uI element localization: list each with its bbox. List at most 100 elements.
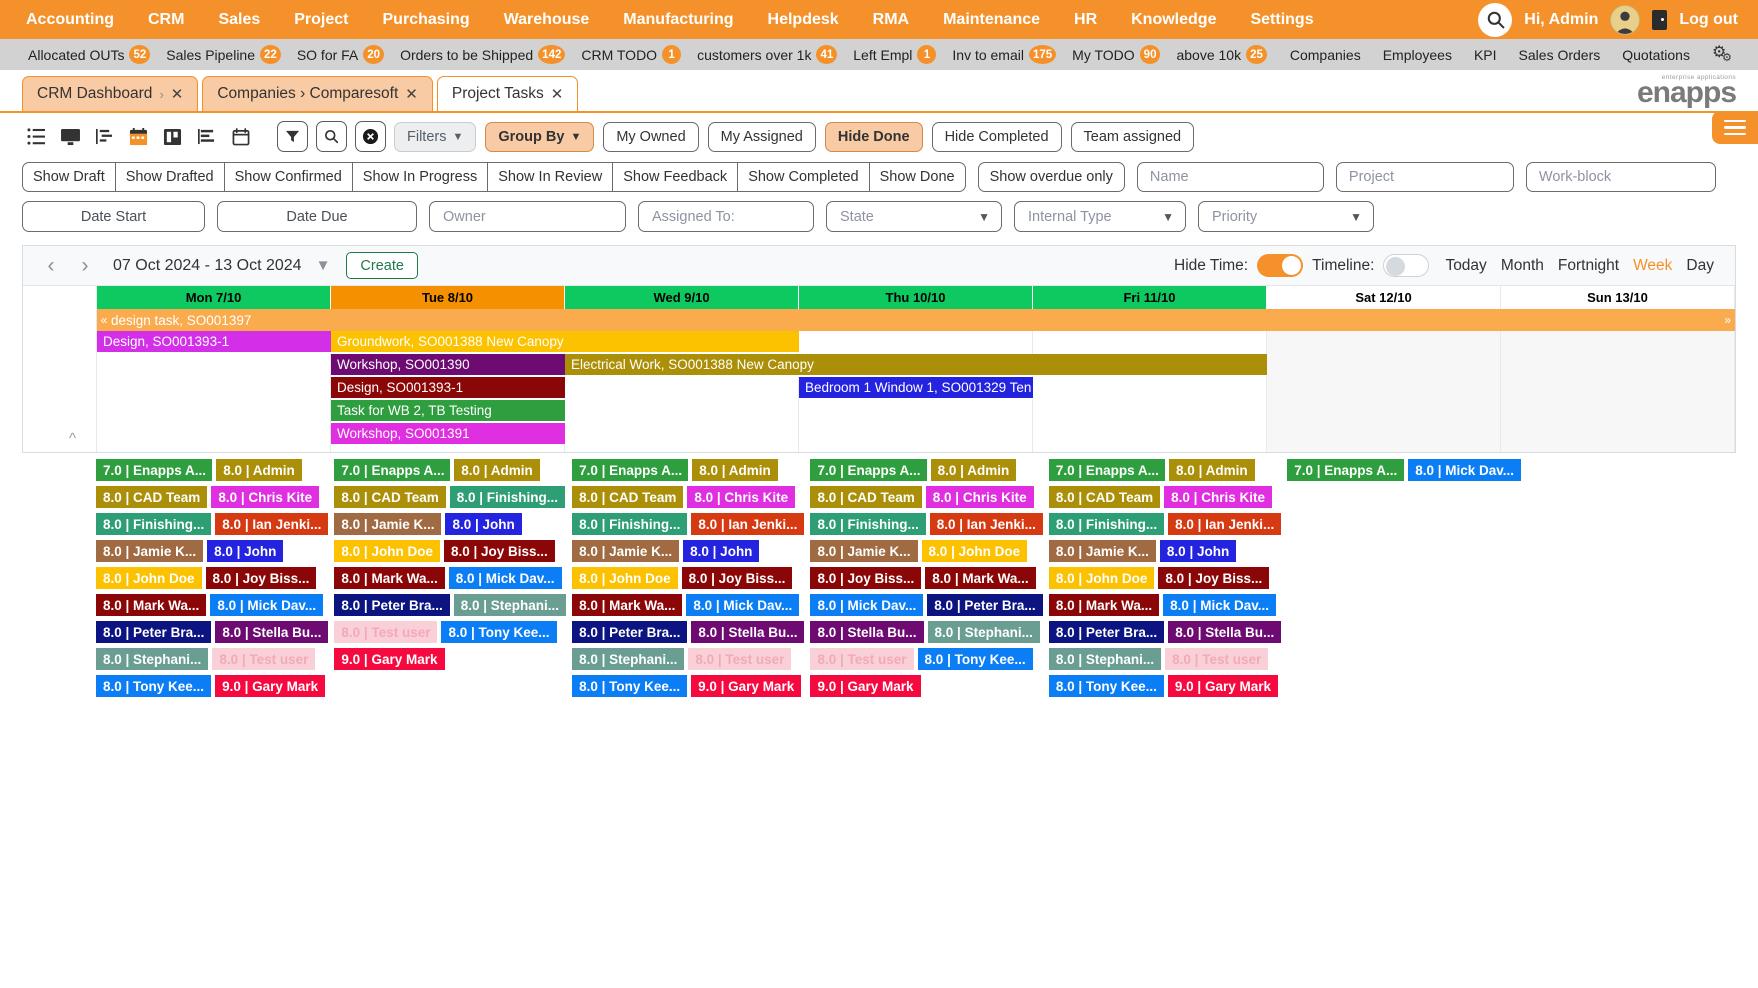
name-input[interactable]: Name xyxy=(1137,162,1324,192)
allocation-chip[interactable]: 8.0 | Joy Biss... xyxy=(206,567,317,589)
owner-input[interactable]: Owner xyxy=(429,201,626,232)
calendar-event[interactable]: Task for WB 2, TB Testing xyxy=(331,400,565,422)
view-today[interactable]: Today xyxy=(1438,257,1493,275)
allocation-chip[interactable]: 8.0 | Stella Bu... xyxy=(810,621,923,643)
allocation-chip[interactable]: 8.0 | Chris Kite xyxy=(926,486,1034,508)
assigned-to-input[interactable]: Assigned To: xyxy=(638,201,814,232)
filters-dropdown[interactable]: Filters ▼ xyxy=(394,122,476,152)
gear-settings-icon[interactable]: ⚙⚙ xyxy=(1712,44,1738,66)
allocation-chip[interactable]: 8.0 | Mick Dav... xyxy=(449,567,562,589)
search-icon[interactable] xyxy=(316,121,347,152)
allocation-chip[interactable]: 8.0 | Tony Kee... xyxy=(441,621,556,643)
groupby-dropdown[interactable]: Group By ▼ xyxy=(485,122,594,152)
timeline-view-icon[interactable] xyxy=(226,123,255,150)
calendar-event[interactable]: Workshop, SO001391 xyxy=(331,423,565,445)
allocation-chip[interactable]: 8.0 | Admin xyxy=(692,459,778,481)
allocation-chip[interactable]: 8.0 | Tony Kee... xyxy=(1049,675,1164,697)
allday-event-bar[interactable]: « design task, SO001397 » xyxy=(97,309,1735,331)
allocation-chip[interactable]: 7.0 | Enapps A... xyxy=(1049,459,1165,481)
allocation-chip[interactable]: 8.0 | Mark Wa... xyxy=(572,594,682,616)
door-icon[interactable] xyxy=(1652,10,1667,30)
allocation-chip[interactable]: 8.0 | Peter Bra... xyxy=(1049,621,1164,643)
allocation-chip[interactable]: 7.0 | Enapps A... xyxy=(572,459,688,481)
view-month[interactable]: Month xyxy=(1494,257,1551,275)
date-start-button[interactable]: Date Start xyxy=(22,201,205,232)
day-header-sat-12-10[interactable]: Sat 12/10 xyxy=(1267,286,1501,309)
calendar-view-icon[interactable] xyxy=(124,123,153,150)
allocation-chip[interactable]: 8.0 | Mark Wa... xyxy=(334,567,444,589)
button-my-owned[interactable]: My Owned xyxy=(603,122,698,152)
allocation-chip[interactable]: 8.0 | Jamie K... xyxy=(572,540,679,562)
nav-item-crm[interactable]: CRM xyxy=(136,7,196,33)
button-show-completed[interactable]: Show Completed xyxy=(738,162,869,192)
allocation-chip[interactable]: 8.0 | John Doe xyxy=(334,540,440,562)
allocation-chip[interactable]: 8.0 | Tony Kee... xyxy=(918,648,1033,670)
allocation-chip[interactable]: 8.0 | Tony Kee... xyxy=(96,675,211,697)
hide-time-toggle[interactable] xyxy=(1257,254,1303,277)
clear-x-icon[interactable] xyxy=(355,121,386,152)
allocation-chip[interactable]: 8.0 | Mark Wa... xyxy=(925,567,1035,589)
nav-item-sales[interactable]: Sales xyxy=(206,7,272,33)
allocation-chip[interactable]: 8.0 | Chris Kite xyxy=(211,486,319,508)
allocation-chip[interactable]: 8.0 | Ian Jenki... xyxy=(691,513,804,535)
kanban-view-icon[interactable] xyxy=(158,123,187,150)
allocation-chip[interactable]: 8.0 | Joy Biss... xyxy=(810,567,921,589)
allocation-chip[interactable]: 8.0 | Chris Kite xyxy=(1164,486,1272,508)
calendar-event[interactable]: Bedroom 1 Window 1, SO001329 Ten xyxy=(799,377,1033,399)
priority-select[interactable]: Priority ▼ xyxy=(1198,201,1374,232)
view-fortnight[interactable]: Fortnight xyxy=(1551,257,1626,275)
allocation-chip[interactable]: 8.0 | John Doe xyxy=(922,540,1028,562)
nav-item-manufacturing[interactable]: Manufacturing xyxy=(611,7,745,33)
allocation-chip[interactable]: 9.0 | Gary Mark xyxy=(215,675,325,697)
day-header-sun-13-10[interactable]: Sun 13/10 xyxy=(1501,286,1735,309)
view-day[interactable]: Day xyxy=(1679,257,1721,275)
allocation-chip[interactable]: 8.0 | Ian Jenki... xyxy=(1168,513,1281,535)
shortcut-link-quotations[interactable]: Quotations xyxy=(1611,47,1701,63)
shortcut-customers-over-1k[interactable]: customers over 1k41 xyxy=(689,45,845,64)
allocation-chip[interactable]: 7.0 | Enapps A... xyxy=(334,459,450,481)
day-header-wed-9-10[interactable]: Wed 9/10 xyxy=(565,286,799,309)
avatar[interactable] xyxy=(1610,5,1640,35)
allocation-chip[interactable]: 8.0 | Admin xyxy=(454,459,540,481)
calendar-event[interactable]: Workshop, SO001390 xyxy=(331,354,565,376)
allocation-chip[interactable]: 8.0 | Mick Dav... xyxy=(686,594,799,616)
allocation-chip[interactable]: 8.0 | Ian Jenki... xyxy=(930,513,1043,535)
allocation-chip[interactable]: 9.0 | Gary Mark xyxy=(1168,675,1278,697)
button-my-assigned[interactable]: My Assigned xyxy=(708,122,816,152)
chevron-left-icon[interactable]: ‹ xyxy=(37,252,65,280)
allocation-chip[interactable]: 8.0 | Finishing... xyxy=(450,486,565,508)
close-icon[interactable]: ✕ xyxy=(551,85,564,103)
nav-item-purchasing[interactable]: Purchasing xyxy=(371,7,482,33)
allocation-chip[interactable]: 8.0 | Finishing... xyxy=(96,513,211,535)
button-show-draft[interactable]: Show Draft xyxy=(22,162,116,192)
allocation-chip[interactable]: 8.0 | John xyxy=(1160,540,1236,562)
day-header-mon-7-10[interactable]: Mon 7/10 xyxy=(97,286,331,309)
close-icon[interactable]: ✕ xyxy=(171,85,184,103)
allocation-chip[interactable]: 8.0 | Jamie K... xyxy=(96,540,203,562)
button-hide-completed[interactable]: Hide Completed xyxy=(932,122,1062,152)
calendar-event[interactable]: Groundwork, SO001388 New Canopy xyxy=(331,331,799,353)
button-show-done[interactable]: Show Done xyxy=(870,162,966,192)
shortcut-link-kpi[interactable]: KPI xyxy=(1463,47,1508,63)
shortcut-orders-to-be-shipped[interactable]: Orders to be Shipped142 xyxy=(392,45,573,64)
allocation-chip[interactable]: 8.0 | Mick Dav... xyxy=(1163,594,1276,616)
chevron-right-icon[interactable]: › xyxy=(71,252,99,280)
shortcut-left-empl[interactable]: Left Empl1 xyxy=(845,45,944,64)
logout-link[interactable]: Log out xyxy=(1679,11,1738,29)
collapse-up-icon[interactable]: ^ xyxy=(69,430,76,447)
allocation-chip[interactable]: 8.0 | Admin xyxy=(931,459,1017,481)
allocation-chip[interactable]: 8.0 | Peter Bra... xyxy=(334,594,449,616)
allocation-chip[interactable]: 8.0 | Stephani... xyxy=(96,648,208,670)
allocation-chip[interactable]: 8.0 | Stephani... xyxy=(928,621,1040,643)
internal-type-select[interactable]: Internal Type ▼ xyxy=(1014,201,1186,232)
allocation-chip[interactable]: 7.0 | Enapps A... xyxy=(1287,459,1404,481)
button-show-in-review[interactable]: Show In Review xyxy=(488,162,613,192)
button-hide-done[interactable]: Hide Done xyxy=(825,122,923,152)
allocation-chip[interactable]: 8.0 | Peter Bra... xyxy=(927,594,1042,616)
allocation-chip[interactable]: 8.0 | John Doe xyxy=(572,567,678,589)
allocation-chip[interactable]: 8.0 | CAD Team xyxy=(96,486,207,508)
allocation-chip[interactable]: 8.0 | Ian Jenki... xyxy=(215,513,328,535)
shortcut-link-companies[interactable]: Companies xyxy=(1279,47,1372,63)
nav-item-helpdesk[interactable]: Helpdesk xyxy=(756,7,851,33)
state-select[interactable]: State ▼ xyxy=(826,201,1002,232)
